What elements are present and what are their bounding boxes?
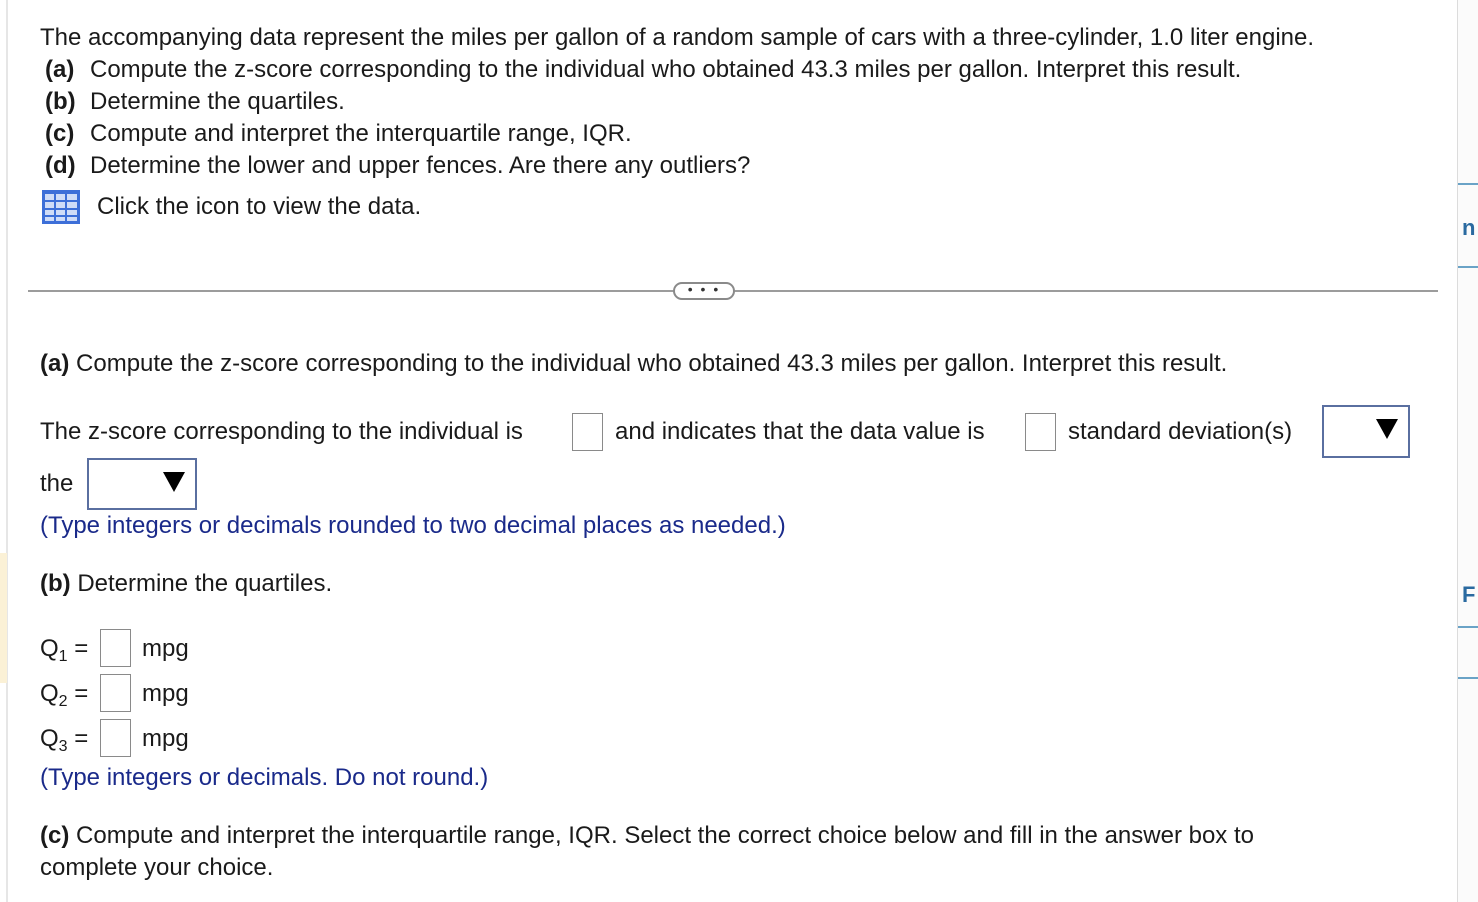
zscore-answer-box[interactable] (572, 413, 603, 451)
view-data-text[interactable]: Click the icon to view the data. (97, 193, 421, 221)
part-c-question-cont: complete your choice. (40, 854, 274, 881)
q3-unit: mpg (142, 725, 189, 752)
part-c-question: (c) Compute and interpret the interquart… (40, 822, 1254, 849)
part-a-hint: (Type integers or decimals rounded to tw… (40, 512, 786, 539)
intro-part-a: (a) Compute the z-score corresponding to … (45, 56, 1242, 83)
right-panel-rule (1458, 626, 1478, 628)
above-below-dropdown[interactable] (1322, 405, 1410, 458)
part-a-sentence-2: and indicates that the data value is (615, 418, 985, 445)
q1-answer-box[interactable] (100, 629, 131, 667)
part-a-sentence-1: The z-score corresponding to the individ… (40, 418, 523, 445)
q1-label: Q1 = (40, 635, 89, 665)
sd-count-answer-box[interactable] (1025, 413, 1056, 451)
mean-median-dropdown[interactable] (87, 458, 197, 510)
intro-part-c: (c) Compute and interpret the interquarti… (45, 120, 632, 147)
part-b-hint: (Type integers or decimals. Do not round… (40, 764, 489, 791)
part-b-question: (b) Determine the quartiles. (40, 570, 333, 597)
dropdown-arrow-icon (163, 472, 185, 492)
part-a-sentence-4: the (40, 470, 74, 497)
right-panel-edge (1457, 0, 1478, 902)
dropdown-arrow-icon (1376, 419, 1398, 439)
q3-answer-box[interactable] (100, 719, 131, 757)
question-intro: The accompanying data represent the mile… (40, 22, 1314, 182)
q2-unit: mpg (142, 680, 189, 707)
q3-label: Q3 = (40, 725, 89, 755)
question-stem: The accompanying data represent the mile… (40, 24, 1315, 51)
q2-answer-box[interactable] (100, 674, 131, 712)
left-frame-border (6, 0, 8, 902)
right-panel-fragment: n (1462, 215, 1476, 240)
right-panel-fragment: F (1462, 582, 1476, 607)
left-accent-bar (0, 553, 7, 683)
q2-label: Q2 = (40, 680, 89, 710)
intro-part-b: (b) Determine the quartiles. (45, 88, 345, 115)
expand-more-button[interactable]: • • • (673, 282, 735, 300)
right-panel-rule (1458, 266, 1478, 268)
q1-unit: mpg (142, 635, 189, 662)
right-panel-rule (1458, 677, 1478, 679)
right-panel-rule (1458, 183, 1478, 185)
intro-part-d: (d) Determine the lower and upper fences.… (45, 152, 751, 179)
part-a-sentence-3: standard deviation(s) (1068, 418, 1293, 445)
part-a-question: (a) Compute the z-score corresponding to… (40, 350, 1228, 377)
data-table-icon[interactable] (42, 190, 80, 224)
view-data-link[interactable]: Click the icon to view the data. (42, 190, 421, 224)
